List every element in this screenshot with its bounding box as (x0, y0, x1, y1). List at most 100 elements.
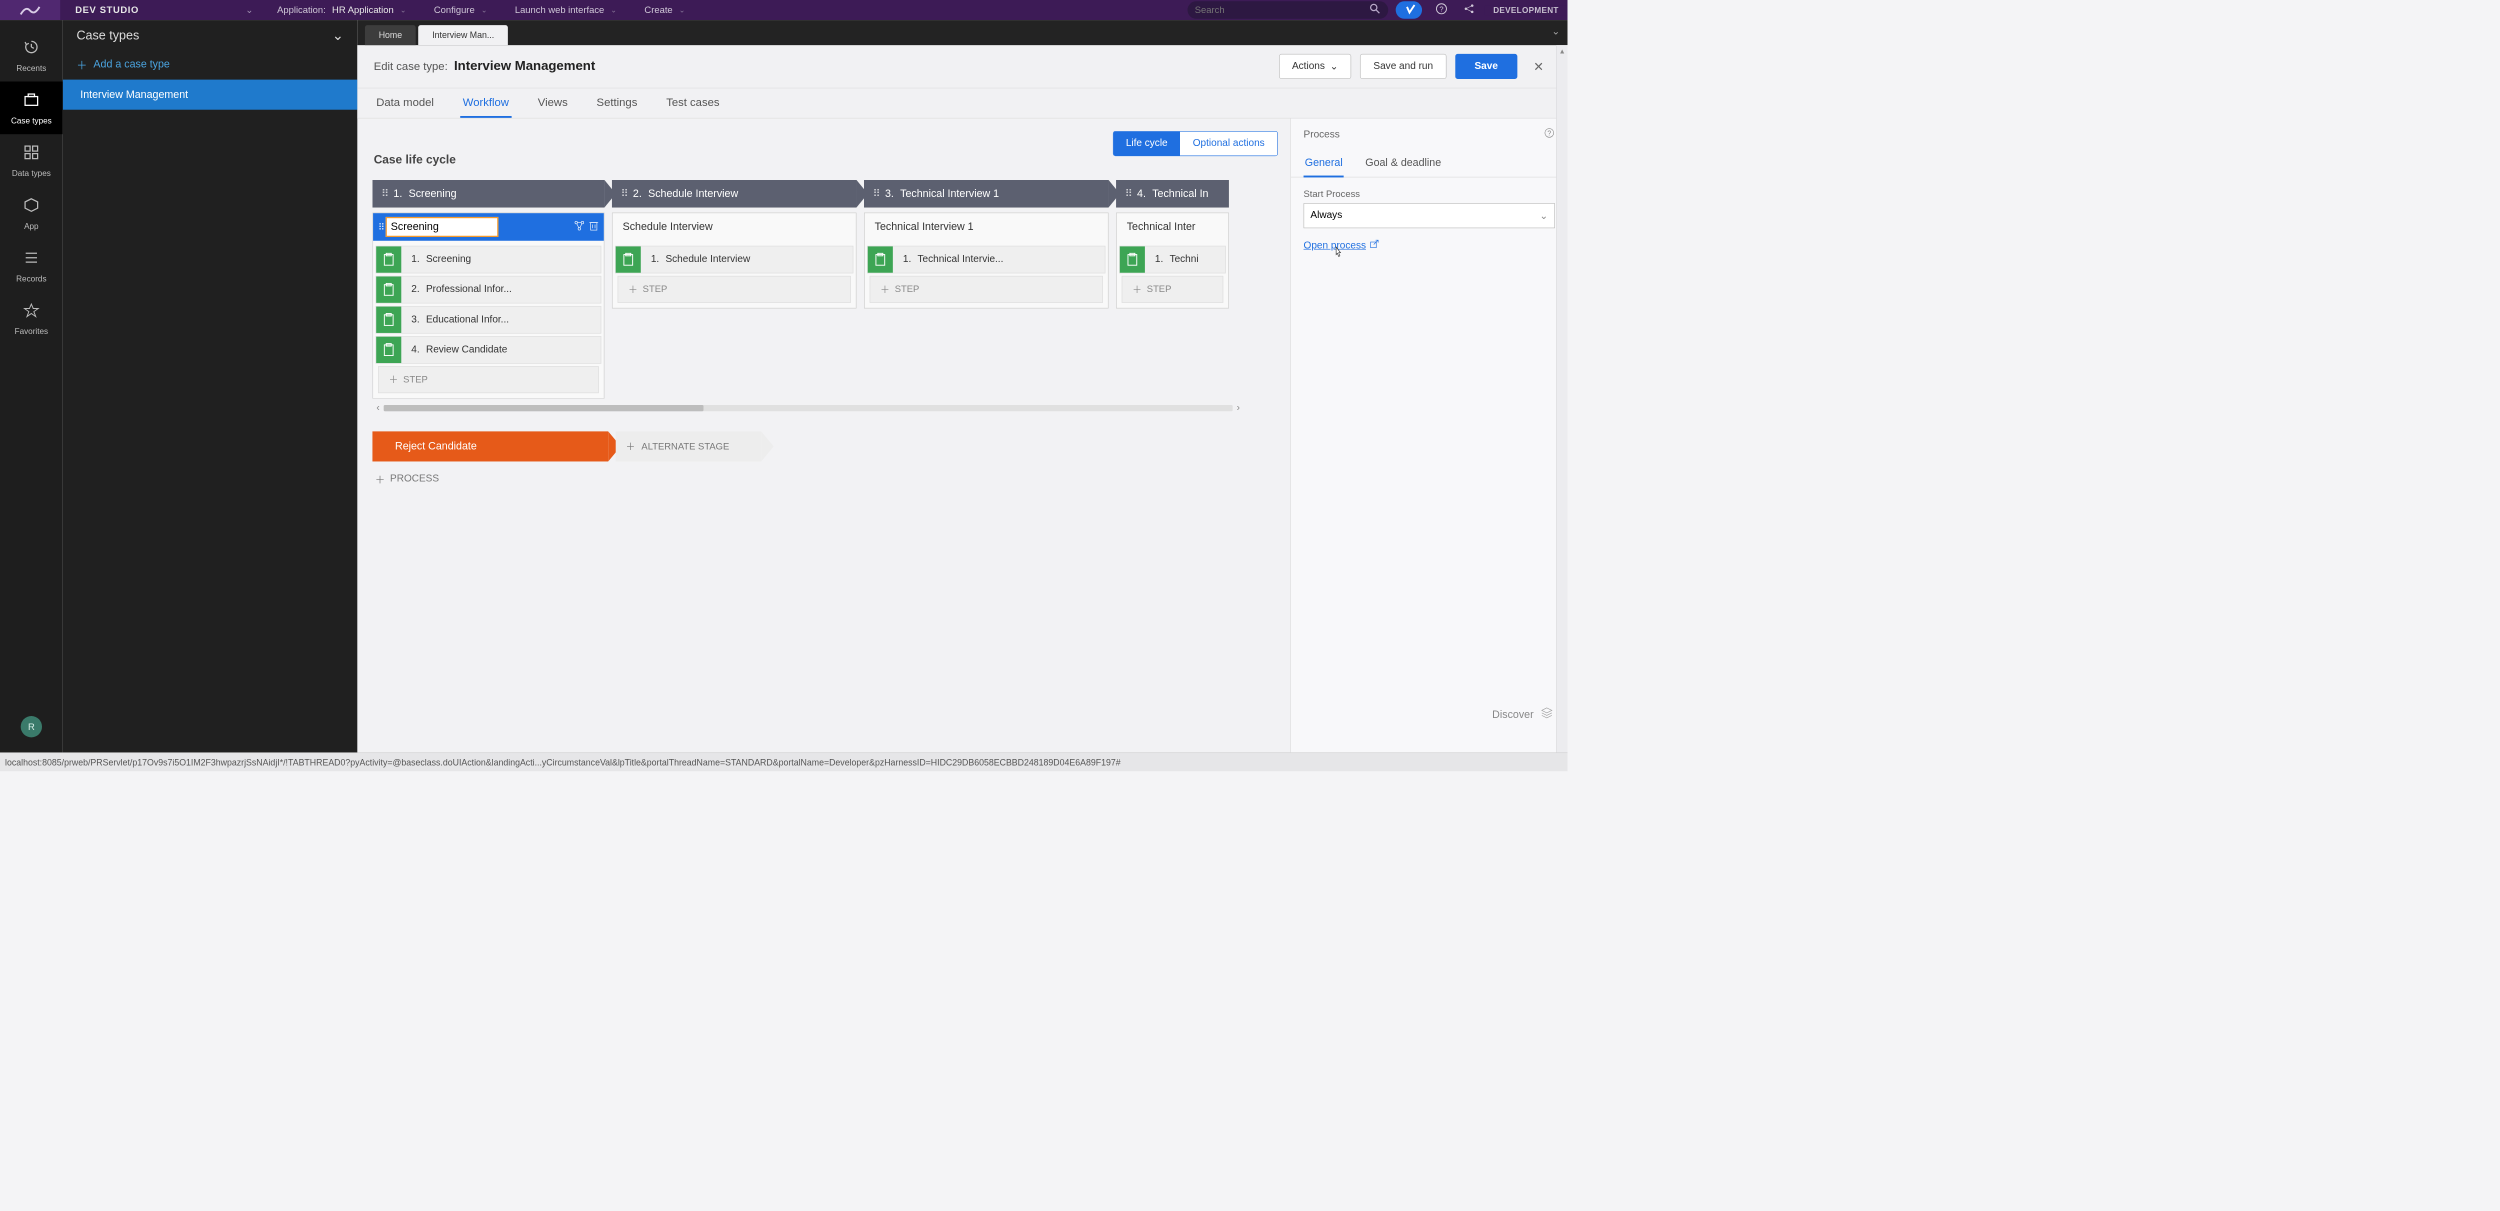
scroll-right-icon[interactable]: › (1233, 403, 1244, 414)
inspector-tab-goal-deadline[interactable]: Goal & deadline (1364, 150, 1442, 176)
application-label: Application: (277, 5, 326, 16)
step-item[interactable]: 1.Techni (1119, 246, 1226, 274)
add-step-button[interactable]: ＋STEP (1122, 276, 1224, 303)
actions-button[interactable]: Actions ⌄ (1279, 54, 1352, 79)
scroll-up-icon[interactable]: ▲ (1557, 45, 1568, 58)
step-item[interactable]: 3.Educational Infor... (376, 306, 602, 334)
rail-app[interactable]: App (0, 187, 63, 240)
environment-badge: DEVELOPMENT (1484, 5, 1567, 14)
stages-row: ⠿ 1. Screening ⠿ (372, 180, 1244, 399)
case-type-item[interactable]: Interview Management (63, 80, 358, 110)
search-input[interactable] (1195, 5, 1369, 16)
add-alternate-stage[interactable]: ＋ALTERNATE STAGE (616, 431, 761, 461)
alt-stage-label: ALTERNATE STAGE (641, 441, 729, 452)
step-item[interactable]: 2.Professional Infor... (376, 276, 602, 304)
step-number: 1. (893, 254, 918, 265)
horizontal-scrollbar[interactable]: ‹ › (372, 403, 1244, 414)
cursor-pointer-icon (1332, 246, 1343, 263)
subtab-test-cases[interactable]: Test cases (664, 88, 722, 117)
subtab-settings[interactable]: Settings (594, 88, 640, 117)
global-search[interactable] (1187, 1, 1388, 19)
grip-icon[interactable]: ⠿ (621, 187, 627, 200)
rail-case-types[interactable]: Case types (0, 82, 63, 135)
stage-header[interactable]: ⠿2.Schedule Interview (612, 180, 857, 208)
case-icon (23, 92, 39, 113)
menu-create[interactable]: Create⌄ (633, 5, 696, 16)
close-button[interactable]: ✕ (1526, 54, 1551, 79)
tab-interview-management[interactable]: Interview Man... (418, 25, 508, 45)
grip-icon[interactable]: ⠿ (1125, 187, 1131, 200)
save-and-run-button[interactable]: Save and run (1360, 54, 1446, 79)
grip-icon[interactable]: ⠿ (873, 187, 879, 200)
nav-rail: Recents Case types Data types App Record… (0, 20, 63, 752)
tab-home[interactable]: Home (365, 25, 416, 45)
share-icon[interactable] (1457, 2, 1481, 18)
process-title[interactable]: Schedule Interview (613, 213, 856, 241)
step-label: Screening (426, 254, 471, 265)
help-icon[interactable]: ? (1429, 2, 1453, 18)
process-title[interactable]: Technical Inter (1117, 213, 1229, 241)
tabs-dropdown-icon[interactable]: ⌄ (1552, 25, 1560, 38)
chevron-down-icon[interactable]: ⌄ (245, 4, 265, 15)
process-title-selected[interactable]: ⠿ (373, 213, 604, 241)
inspector-tab-general[interactable]: General (1304, 150, 1344, 176)
left-panel-header[interactable]: Case types ⌄ (63, 20, 358, 51)
trash-icon[interactable] (589, 220, 599, 234)
step-item[interactable]: 1.Screening (376, 246, 602, 274)
stage-header[interactable]: ⠿4.Technical In (1116, 180, 1229, 208)
toggle-lifecycle[interactable]: Life cycle (1113, 132, 1180, 156)
subtab-workflow[interactable]: Workflow (460, 88, 511, 117)
start-process-select[interactable]: Always ⌄ (1304, 203, 1555, 228)
process-name-input[interactable] (386, 217, 499, 237)
search-icon[interactable] (1369, 3, 1380, 17)
stage-number: 1. (393, 187, 402, 200)
menu-launch[interactable]: Launch web interface⌄ (504, 5, 629, 16)
add-step-button[interactable]: ＋STEP (618, 276, 851, 303)
top-menu: Application: HR Application ⌄ Configure⌄… (266, 0, 697, 20)
subtab-views[interactable]: Views (535, 88, 570, 117)
subtab-data-model[interactable]: Data model (374, 88, 437, 117)
scroll-thumb[interactable] (384, 405, 704, 411)
step-item[interactable]: 4.Review Candidate (376, 336, 602, 364)
step-item[interactable]: 1.Schedule Interview (615, 246, 853, 274)
discover-button[interactable]: Discover (1492, 706, 1554, 723)
toggle-optional-actions[interactable]: Optional actions (1180, 132, 1277, 156)
rail-label: Recents (16, 63, 46, 72)
process-box: ⠿ 1.Screening 2.Professional I (372, 213, 604, 399)
chevron-down-icon[interactable]: ⌄ (332, 28, 344, 44)
step-number: 1. (1145, 254, 1170, 265)
status-bar: localhost:8085/prweb/PRServlet/p17Ov9s7i… (0, 752, 1567, 771)
clipboard-icon (376, 277, 401, 303)
flow-icon[interactable] (574, 220, 585, 234)
rail-records[interactable]: Records (0, 240, 63, 293)
inspector-title: Process (1304, 129, 1340, 140)
save-button[interactable]: Save (1455, 54, 1517, 79)
scroll-left-icon[interactable]: ‹ (372, 403, 383, 414)
toggle-pill[interactable] (1395, 1, 1421, 19)
add-process-button[interactable]: ＋PROCESS (372, 472, 1290, 487)
stage-header[interactable]: ⠿ 1. Screening (372, 180, 604, 208)
step-item[interactable]: 1.Technical Intervie... (867, 246, 1105, 274)
rail-favorites[interactable]: Favorites (0, 292, 63, 345)
rail-recents[interactable]: Recents (0, 29, 63, 82)
stage-header[interactable]: ⠿3.Technical Interview 1 (864, 180, 1109, 208)
process-title[interactable]: Technical Interview 1 (865, 213, 1108, 241)
chevron-down-icon: ⌄ (611, 6, 617, 15)
vertical-scrollbar[interactable]: ▲ (1556, 45, 1567, 752)
grip-icon[interactable]: ⠿ (378, 222, 383, 233)
user-avatar[interactable]: R (21, 716, 42, 737)
grip-icon[interactable]: ⠿ (381, 187, 387, 200)
help-icon[interactable]: ? (1544, 127, 1555, 141)
document-tabs: Home Interview Man... ⌄ (357, 20, 1567, 45)
scroll-track[interactable] (384, 405, 1233, 411)
rail-data-types[interactable]: Data types (0, 134, 63, 187)
add-case-type-link[interactable]: ＋ Add a case type (63, 51, 358, 79)
reject-stage[interactable]: Reject Candidate (372, 431, 608, 461)
step-label: Technical Intervie... (918, 254, 1004, 265)
stage-name: Technical In (1152, 187, 1208, 200)
add-step-button[interactable]: ＋STEP (378, 366, 599, 393)
pega-logo-icon[interactable] (0, 0, 60, 20)
menu-configure[interactable]: Configure⌄ (423, 5, 499, 16)
add-step-button[interactable]: ＋STEP (870, 276, 1103, 303)
application-switcher[interactable]: Application: HR Application ⌄ (266, 5, 418, 16)
